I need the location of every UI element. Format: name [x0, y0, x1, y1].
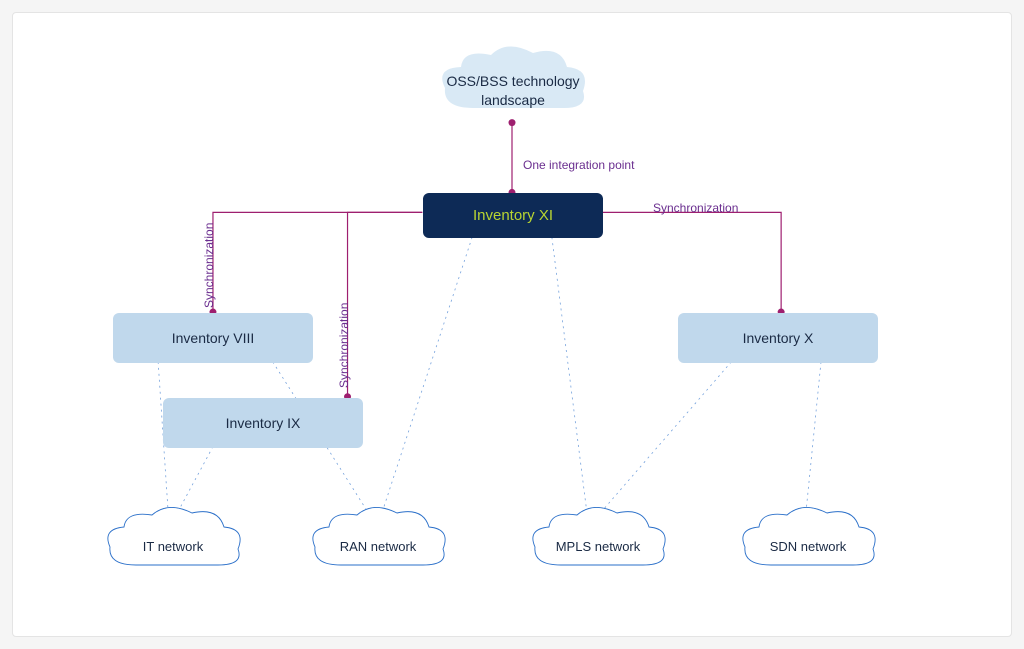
cloud-mpls-network: MPLS network	[523, 503, 673, 583]
edge-inv10-to-mpls	[602, 362, 732, 512]
edge-inv10-to-sdn	[806, 362, 821, 512]
node-inventory-xi: Inventory XI	[423, 193, 603, 238]
cloud-sdn-network: SDN network	[733, 503, 883, 583]
cloud-oss-bss: OSS/BSS technologylandscape	[433, 43, 593, 128]
label-sync-inv8: Synchronization	[202, 223, 216, 308]
cloud-oss-bss-label: OSS/BSS technologylandscape	[446, 62, 579, 108]
node-inventory-xi-label: Inventory XI	[473, 207, 553, 224]
cloud-it-label: IT network	[143, 531, 203, 556]
label-sync-inv10: Synchronization	[653, 201, 738, 215]
node-inventory-viii: Inventory VIII	[113, 313, 313, 363]
edge-main-to-inv9	[348, 212, 423, 396]
cloud-it-network: IT network	[98, 503, 248, 583]
label-one-integration: One integration point	[523, 158, 634, 172]
edge-main-to-mpls	[552, 237, 587, 511]
cloud-mpls-label: MPLS network	[556, 531, 641, 556]
edge-inv9-to-it	[178, 447, 213, 512]
cloud-sdn-label: SDN network	[770, 531, 847, 556]
edge-main-to-inv10	[602, 212, 781, 312]
edge-main-to-ran	[382, 237, 472, 511]
cloud-ran-label: RAN network	[340, 531, 417, 556]
node-inventory-x: Inventory X	[678, 313, 878, 363]
edge-main-to-inv8	[213, 212, 422, 312]
node-inventory-ix: Inventory IX	[163, 398, 363, 448]
label-sync-inv9: Synchronization	[337, 303, 351, 388]
node-inventory-viii-label: Inventory VIII	[172, 330, 254, 346]
cloud-ran-network: RAN network	[303, 503, 453, 583]
diagram-canvas: OSS/BSS technologylandscape Inventory XI…	[12, 12, 1012, 637]
node-inventory-ix-label: Inventory IX	[226, 415, 301, 431]
node-inventory-x-label: Inventory X	[743, 330, 814, 346]
